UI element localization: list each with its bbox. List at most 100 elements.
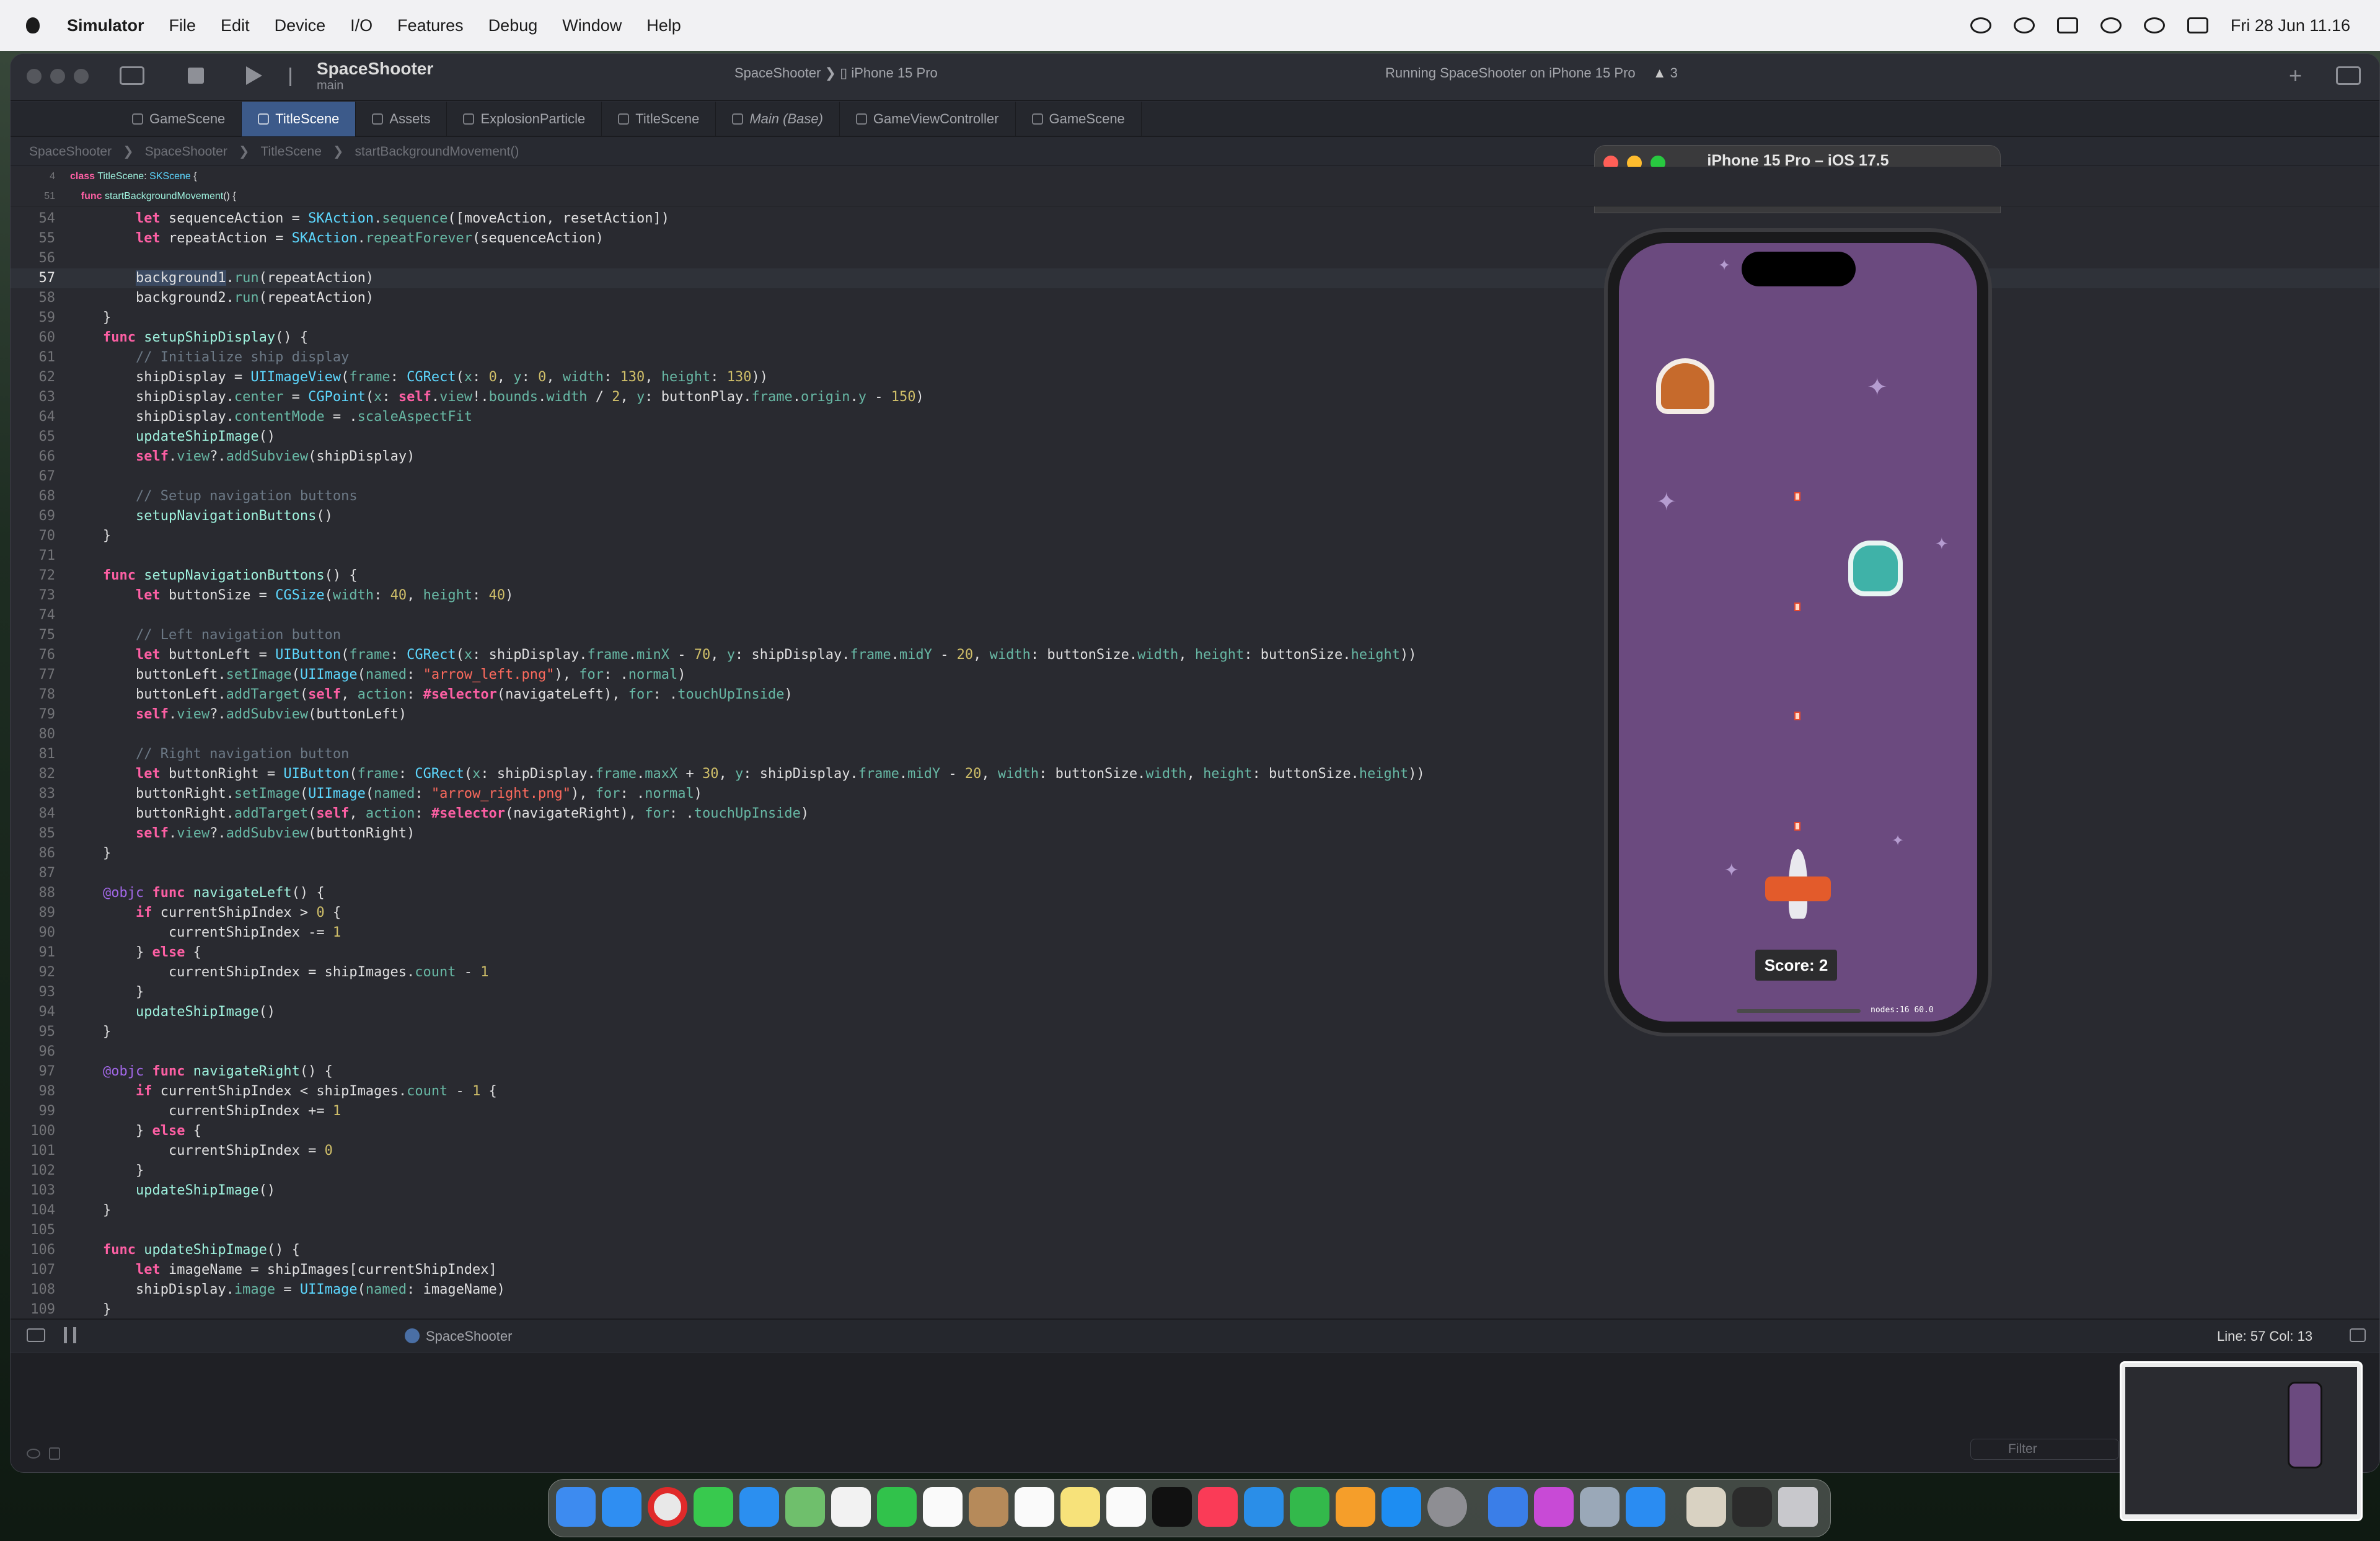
code-line[interactable]: 108 shipDisplay.image = UIImage(named: i… xyxy=(11,1280,2379,1300)
code-line[interactable]: 74 xyxy=(11,606,2379,625)
pause-icon[interactable] xyxy=(64,1327,76,1343)
code-line[interactable]: 97 @objc func navigateRight() { xyxy=(11,1062,2379,1082)
zoom-button[interactable] xyxy=(74,69,89,84)
code-line[interactable]: 61 // Initialize ship display xyxy=(11,348,2379,368)
space-game-app-icon[interactable] xyxy=(1686,1487,1726,1527)
code-line[interactable]: 54 let sequenceAction = SKAction.sequenc… xyxy=(11,209,2379,229)
code-line[interactable]: 95 } xyxy=(11,1022,2379,1042)
simulator-icon[interactable] xyxy=(1626,1487,1665,1527)
hide-debug-area-icon[interactable] xyxy=(27,1328,45,1342)
menubar-clock[interactable]: Fri 28 Jun 11.16 xyxy=(2231,16,2350,35)
warning-icon[interactable]: ▲ xyxy=(1653,65,1667,81)
eye-icon[interactable] xyxy=(27,1449,40,1459)
code-line[interactable]: 81 // Right navigation button xyxy=(11,744,2379,764)
instruments-icon[interactable] xyxy=(1534,1487,1574,1527)
tab-assets[interactable]: Assets xyxy=(356,102,447,136)
console-toggle-icon[interactable] xyxy=(2350,1328,2366,1342)
code-line[interactable]: 96 xyxy=(11,1042,2379,1062)
player-ship[interactable] xyxy=(1765,849,1831,919)
pages-icon[interactable] xyxy=(1336,1487,1375,1527)
contacts-icon[interactable] xyxy=(969,1487,1008,1527)
code-line[interactable]: 65 updateShipImage() xyxy=(11,427,2379,447)
code-line[interactable]: 105 xyxy=(11,1221,2379,1240)
code-line[interactable]: 79 self.view?.addSubview(buttonLeft) xyxy=(11,705,2379,725)
mail-icon[interactable] xyxy=(739,1487,779,1527)
code-line[interactable]: 71 xyxy=(11,546,2379,566)
code-line[interactable]: 72 func setupNavigationButtons() { xyxy=(11,566,2379,586)
freeform-icon[interactable] xyxy=(1106,1487,1146,1527)
code-line[interactable]: 56 xyxy=(11,249,2379,268)
code-line[interactable]: 57 background1.run(repeatAction) xyxy=(11,268,2379,288)
airdrop-icon[interactable] xyxy=(2013,17,2035,33)
menu-device[interactable]: Device xyxy=(275,16,326,35)
code-line[interactable]: 78 buttonLeft.addTarget(self, action: #s… xyxy=(11,685,2379,705)
tab-gamescene-sks[interactable]: GameScene xyxy=(1016,102,1142,136)
control-center-icon[interactable] xyxy=(2187,17,2208,33)
system-settings-icon[interactable] xyxy=(1427,1487,1467,1527)
minimize-button[interactable] xyxy=(50,69,65,84)
code-line[interactable]: 89 if currentShipIndex > 0 { xyxy=(11,903,2379,923)
code-line[interactable]: 102 } xyxy=(11,1161,2379,1181)
code-line[interactable]: 88 @objc func navigateLeft() { xyxy=(11,883,2379,903)
apple-icon[interactable] xyxy=(26,17,40,33)
add-icon[interactable]: + xyxy=(2289,63,2302,89)
code-line[interactable]: 90 currentShipIndex -= 1 xyxy=(11,923,2379,943)
game-screen[interactable]: ✦ ✦ ✦ ✦ ✦ ✦ ✦ xyxy=(1619,243,1977,1022)
menu-file[interactable]: File xyxy=(169,16,196,35)
code-line[interactable]: 76 let buttonLeft = UIButton(frame: CGRe… xyxy=(11,645,2379,665)
code-line[interactable]: 100 } else { xyxy=(11,1121,2379,1141)
close-icon[interactable] xyxy=(732,113,744,125)
code-line[interactable]: 80 xyxy=(11,725,2379,744)
inspector-toggle-icon[interactable] xyxy=(2336,66,2361,85)
code-line[interactable]: 66 self.view?.addSubview(shipDisplay) xyxy=(11,447,2379,467)
code-line[interactable]: 103 updateShipImage() xyxy=(11,1181,2379,1201)
tab-titlescene-active[interactable]: TitleScene xyxy=(242,102,356,136)
code-line[interactable]: 86 } xyxy=(11,844,2379,863)
opera-icon[interactable] xyxy=(648,1487,687,1527)
reminders-icon[interactable] xyxy=(1015,1487,1054,1527)
run-icon[interactable] xyxy=(246,66,262,85)
warning-count[interactable]: 3 xyxy=(1670,65,1678,81)
tab-titlescene-sks[interactable]: TitleScene xyxy=(602,102,716,136)
notes-icon[interactable] xyxy=(1060,1487,1100,1527)
battery-icon[interactable] xyxy=(2056,17,2078,33)
console-filter-input[interactable]: Filter xyxy=(1970,1439,2119,1460)
code-line[interactable]: 69 setupNavigationButtons() xyxy=(11,506,2379,526)
close-button[interactable] xyxy=(27,69,42,84)
menu-help[interactable]: Help xyxy=(646,16,681,35)
maps-icon[interactable] xyxy=(785,1487,825,1527)
finder-icon[interactable] xyxy=(556,1487,596,1527)
menu-edit[interactable]: Edit xyxy=(221,16,250,35)
code-line[interactable]: 62 shipDisplay = UIImageView(frame: CGRe… xyxy=(11,368,2379,387)
app-store-icon[interactable] xyxy=(1382,1487,1421,1527)
code-line[interactable]: 77 buttonLeft.setImage(UIImage(named: "a… xyxy=(11,665,2379,685)
trash-icon[interactable] xyxy=(49,1447,60,1460)
photos-icon[interactable] xyxy=(831,1487,871,1527)
code-line[interactable]: 63 shipDisplay.center = CGPoint(x: self.… xyxy=(11,387,2379,407)
window-preview-thumbnail[interactable] xyxy=(2120,1361,2363,1521)
breadcrumb-symbol[interactable]: startBackgroundMovement() xyxy=(355,144,519,159)
code-line[interactable]: 98 if currentShipIndex < shipImages.coun… xyxy=(11,1082,2379,1102)
code-line[interactable]: 99 currentShipIndex += 1 xyxy=(11,1102,2379,1121)
code-line[interactable]: 84 buttonRight.addTarget(self, action: #… xyxy=(11,804,2379,824)
code-line[interactable]: 4 class TitleScene: SKScene { xyxy=(11,167,2379,187)
code-line[interactable]: 87 xyxy=(11,863,2379,883)
code-line[interactable]: 94 updateShipImage() xyxy=(11,1002,2379,1022)
wifi-icon[interactable] xyxy=(2100,17,2122,33)
search-icon[interactable] xyxy=(2143,17,2165,33)
tab-gameviewcontroller[interactable]: GameViewController xyxy=(840,102,1016,136)
code-line[interactable]: 60 func setupShipDisplay() { xyxy=(11,328,2379,348)
safari-icon[interactable] xyxy=(602,1487,641,1527)
breadcrumb-file[interactable]: TitleScene xyxy=(260,144,321,159)
debug-target[interactable]: SpaceShooter xyxy=(426,1328,512,1345)
code-line[interactable]: 55 let repeatAction = SKAction.repeatFor… xyxy=(11,229,2379,249)
code-line[interactable]: 64 shipDisplay.contentMode = .scaleAspec… xyxy=(11,407,2379,427)
code-line[interactable]: 101 currentShipIndex = 0 xyxy=(11,1141,2379,1161)
calendar-icon[interactable] xyxy=(923,1487,963,1527)
code-line[interactable]: 109 } xyxy=(11,1300,2379,1318)
code-line[interactable]: 70 } xyxy=(11,526,2379,546)
scheme-selector[interactable]: SpaceShooter ❯ ▯ iPhone 15 Pro xyxy=(734,65,938,81)
project-title[interactable]: SpaceShooter main xyxy=(317,59,433,93)
code-line[interactable]: 58 background2.run(repeatAction) xyxy=(11,288,2379,308)
code-line[interactable]: 82 let buttonRight = UIButton(frame: CGR… xyxy=(11,764,2379,784)
